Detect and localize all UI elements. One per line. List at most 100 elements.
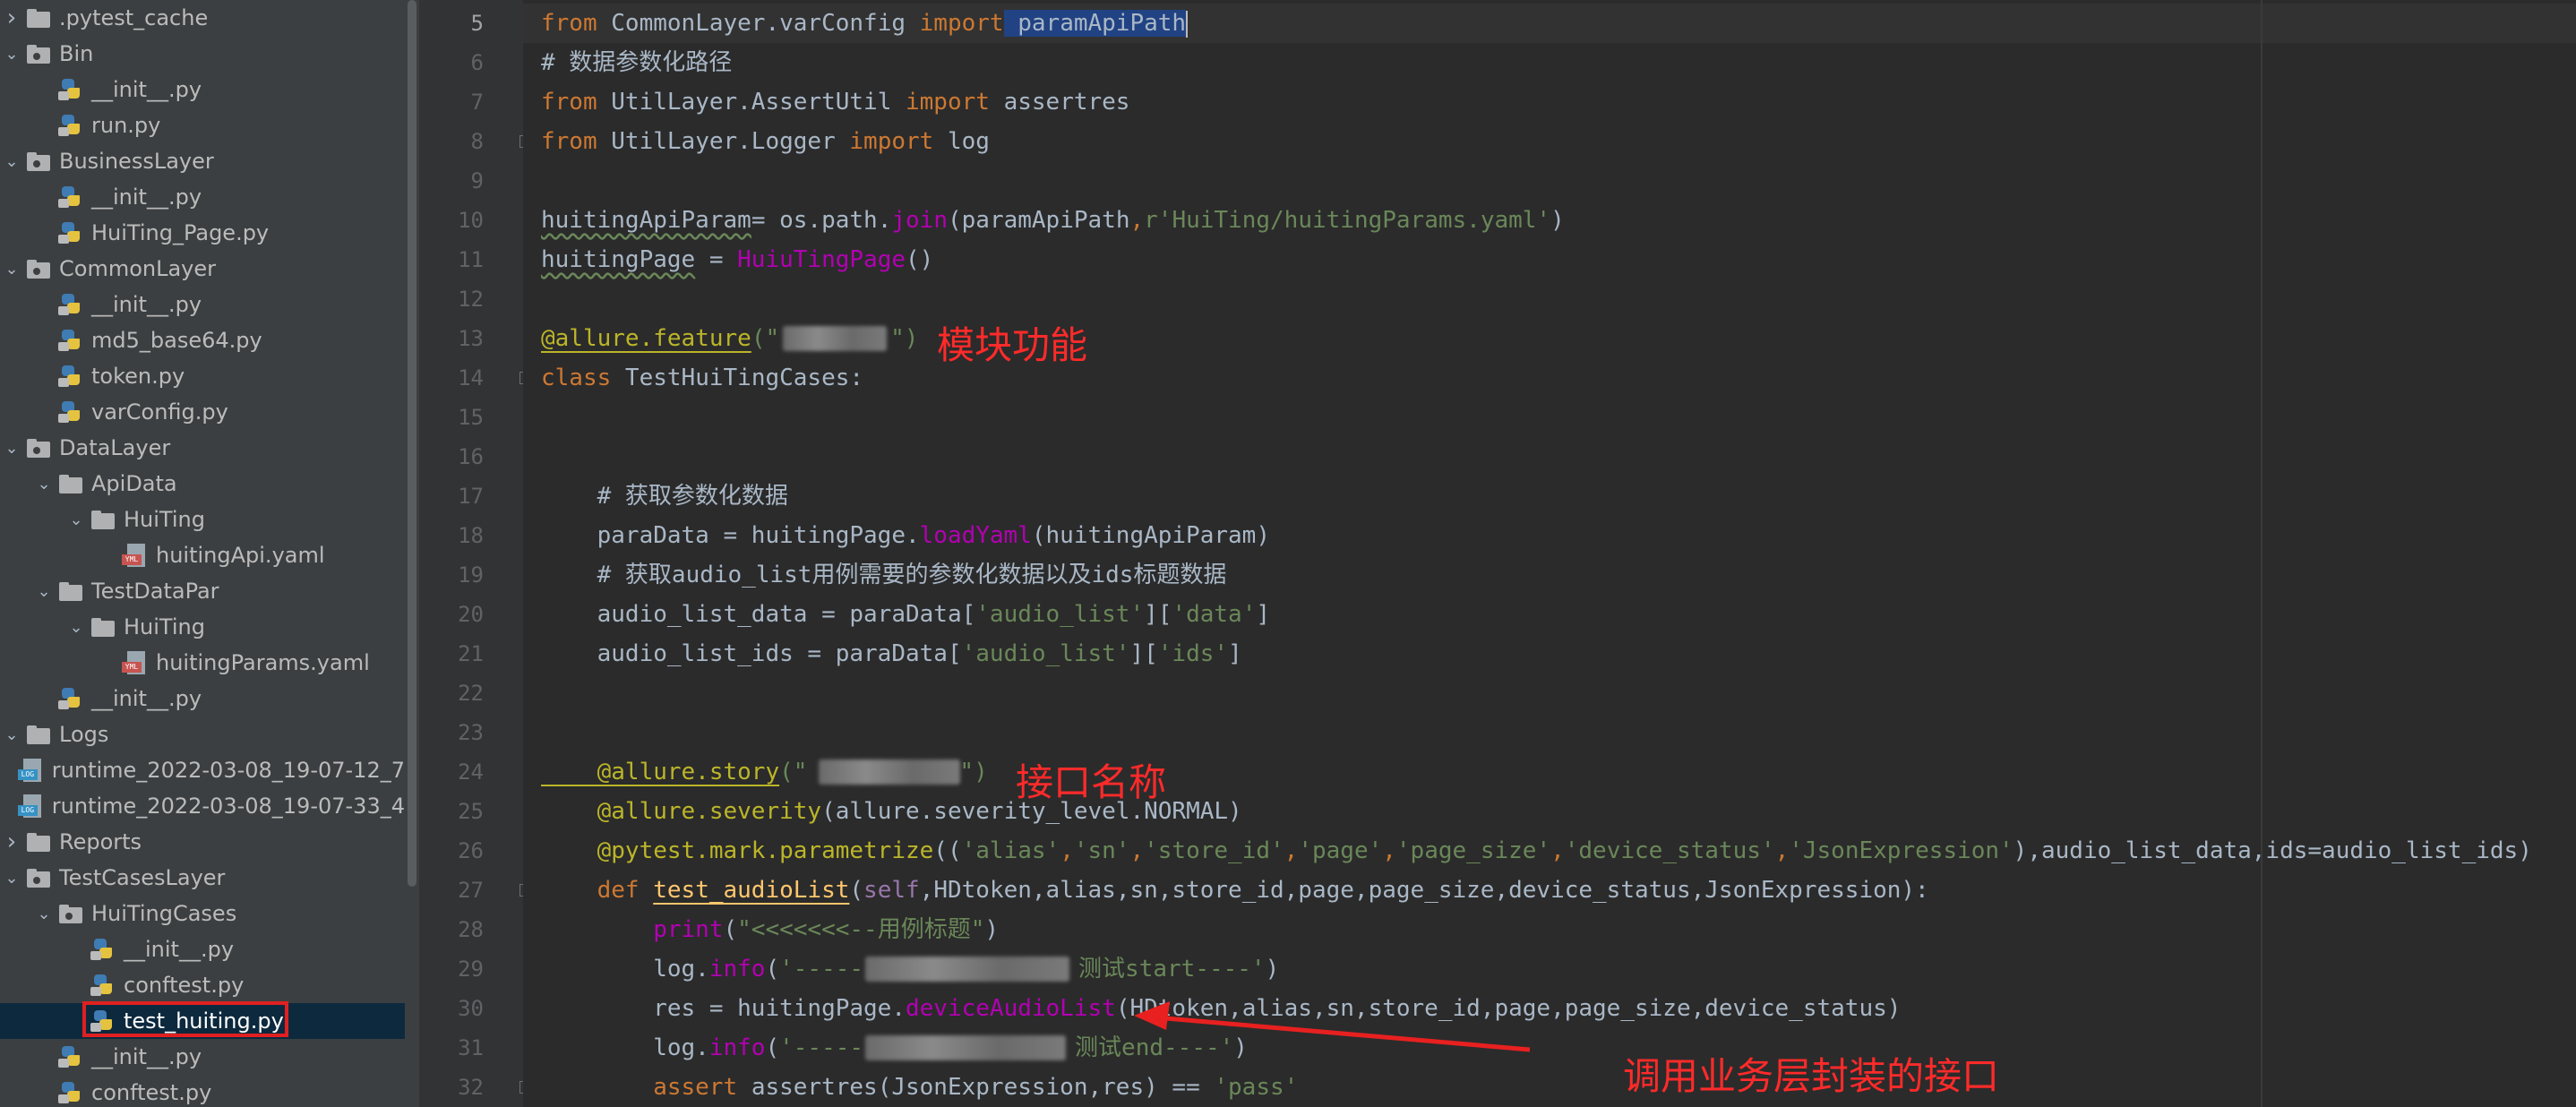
log-file-icon: LOG — [17, 794, 45, 818]
code-line-14[interactable]: class TestHuiTingCases: — [541, 358, 863, 398]
chevron-down-icon[interactable]: ⌄ — [2, 44, 21, 64]
code-line-27[interactable]: def test_audioList(self,HDtoken,alias,sn… — [541, 871, 1929, 910]
string-literal: 'audio_list' — [961, 640, 1130, 667]
code-line-32[interactable]: assert assertres(JsonExpression,res) == … — [541, 1068, 1298, 1107]
tree-item[interactable]: ⌄ ApiData — [0, 466, 405, 502]
expression: res = huitingPage. — [541, 995, 906, 1022]
tree-item[interactable]: ⌄ CommonLayer — [0, 251, 405, 287]
chevron-down-icon[interactable]: ⌄ — [34, 904, 54, 923]
chevron-right-icon[interactable]: › — [2, 828, 21, 855]
expression: log. — [541, 956, 709, 983]
code-editor[interactable]: from CommonLayer.varConfig import paramA… — [523, 0, 2576, 1107]
string-literal: '----- — [779, 956, 864, 983]
comma: , — [1129, 207, 1145, 234]
expression: (HDtoken,alias,sn,store_id,page,page_siz… — [1115, 995, 1902, 1022]
tree-item[interactable]: conftest.py — [0, 967, 405, 1003]
code-line-26[interactable]: @pytest.mark.parametrize(('alias','sn','… — [541, 831, 2532, 871]
tree-item[interactable]: ⌄ Logs — [0, 717, 405, 752]
tree-item[interactable]: token.py — [0, 358, 405, 394]
python-file-icon — [90, 938, 116, 961]
tree-item[interactable]: run.py — [0, 107, 405, 143]
tree-item[interactable]: ⌄ HuiTingCases — [0, 896, 405, 931]
tree-item[interactable]: test_huiting.py — [0, 1003, 405, 1039]
chevron-right-icon[interactable]: › — [2, 4, 21, 31]
code-line-5[interactable]: from CommonLayer.varConfig import paramA… — [541, 4, 1189, 43]
code-line-28[interactable]: print("<<<<<<<--用例标题") — [541, 910, 999, 949]
python-file-icon — [57, 687, 84, 710]
tree-item[interactable]: varConfig.py — [0, 394, 405, 430]
tree-item-label: token.py — [91, 364, 185, 389]
tree-item[interactable]: __init__.py — [0, 1039, 405, 1075]
code-line-21[interactable]: audio_list_ids = paraData['audio_list'][… — [541, 634, 1242, 674]
code-line-17[interactable]: # 获取参数化数据 — [541, 476, 788, 516]
code-line-10[interactable]: huitingApiParam= os.path.join(paramApiPa… — [541, 201, 1565, 240]
code-line-18[interactable]: paraData = huitingPage.loadYaml(huitingA… — [541, 516, 1270, 555]
chevron-down-icon[interactable]: ⌄ — [2, 868, 21, 888]
chevron-down-icon[interactable]: ⌄ — [66, 617, 86, 637]
chevron-down-icon[interactable]: ⌄ — [66, 510, 86, 529]
code-line-6[interactable]: # 数据参数化路径 — [541, 43, 732, 82]
code-line-19[interactable]: # 获取audio_list用例需要的参数化数据以及ids标题数据 — [541, 555, 1227, 595]
method-call: loadYaml — [919, 522, 1032, 549]
tree-item[interactable]: ⌄ TestDataPar — [0, 573, 405, 609]
string-literal: '----- — [779, 1034, 864, 1061]
tree-item[interactable]: ⌄ HuiTing — [0, 609, 405, 645]
tree-item[interactable]: ⌄ BusinessLayer — [0, 143, 405, 179]
tree-item[interactable]: __init__.py — [0, 287, 405, 322]
line-number: 10 — [458, 208, 484, 233]
tree-item[interactable]: LOG runtime_2022-03-08_19-07-12_7 — [0, 752, 405, 788]
method-call: info — [708, 1034, 766, 1061]
expression: ( — [723, 916, 738, 943]
keyword: def — [541, 877, 654, 904]
chevron-down-icon[interactable]: ⌄ — [2, 438, 21, 458]
chevron-down-icon[interactable]: ⌄ — [2, 725, 21, 744]
package-folder-icon — [25, 866, 52, 889]
chevron-down-icon[interactable]: ⌄ — [2, 259, 21, 279]
tree-item[interactable]: __init__.py — [0, 931, 405, 967]
tree-item[interactable]: YML huitingApi.yaml — [0, 537, 405, 573]
tree-item-label: .pytest_cache — [59, 5, 209, 30]
tree-item[interactable]: LOG runtime_2022-03-08_19-07-33_4 — [0, 788, 405, 824]
line-number: 21 — [458, 641, 484, 666]
expression: (( — [933, 837, 962, 864]
string-literal: 测试end----' — [1075, 1034, 1234, 1061]
chevron-down-icon[interactable]: ⌄ — [34, 581, 54, 601]
tree-item[interactable]: YML huitingParams.yaml — [0, 645, 405, 681]
tree-item[interactable]: › Reports — [0, 824, 405, 860]
tree-item[interactable]: › .pytest_cache — [0, 0, 405, 36]
tree-item[interactable]: ⌄ HuiTing — [0, 502, 405, 537]
tree-item[interactable]: ⌄ TestCasesLayer — [0, 860, 405, 896]
string-literal: 'page_size' — [1395, 837, 1551, 864]
chevron-down-icon[interactable]: ⌄ — [34, 474, 54, 493]
tree-item-label: HuiTingCases — [91, 901, 237, 926]
tree-item[interactable]: ⌄ DataLayer — [0, 430, 405, 466]
string-literal: (" — [779, 759, 808, 785]
python-file-icon — [57, 1081, 84, 1104]
self-param: self — [863, 877, 920, 904]
line-number: 29 — [458, 957, 484, 982]
code-line-11[interactable]: huitingPage = HuiuTingPage() — [541, 240, 933, 279]
scrollbar-thumb[interactable] — [408, 0, 416, 887]
line-number: 7 — [470, 90, 484, 115]
tree-item[interactable]: __init__.py — [0, 681, 405, 717]
python-file-icon — [57, 400, 84, 424]
tree-item[interactable]: __init__.py — [0, 179, 405, 215]
tree-item[interactable]: HuiTing_Page.py — [0, 215, 405, 251]
yaml-file-icon: YML — [122, 651, 149, 674]
folder-icon — [25, 723, 52, 746]
tree-item[interactable]: conftest.py — [0, 1075, 405, 1107]
chevron-down-icon[interactable]: ⌄ — [2, 151, 21, 171]
tree-item[interactable]: ⌄ Bin — [0, 36, 405, 72]
annotation-business-call: 调用业务层封装的接口 — [1623, 1054, 2000, 1098]
code-line-8[interactable]: from UtilLayer.Logger import log — [541, 122, 990, 161]
tree-item[interactable]: md5_base64.py — [0, 322, 405, 358]
line-number: 22 — [458, 681, 484, 706]
code-line-20[interactable]: audio_list_data = paraData['audio_list']… — [541, 595, 1270, 634]
line-number: 31 — [458, 1035, 484, 1060]
tree-item[interactable]: __init__.py — [0, 72, 405, 107]
code-line-7[interactable]: from UtilLayer.AssertUtil import assertr… — [541, 82, 1129, 122]
code-line-30[interactable]: res = huitingPage.deviceAudioList(HDtoke… — [541, 989, 1901, 1028]
redaction-blur — [783, 326, 887, 351]
comma: , — [1284, 837, 1299, 864]
project-tree-scrollbar[interactable] — [405, 0, 419, 1107]
